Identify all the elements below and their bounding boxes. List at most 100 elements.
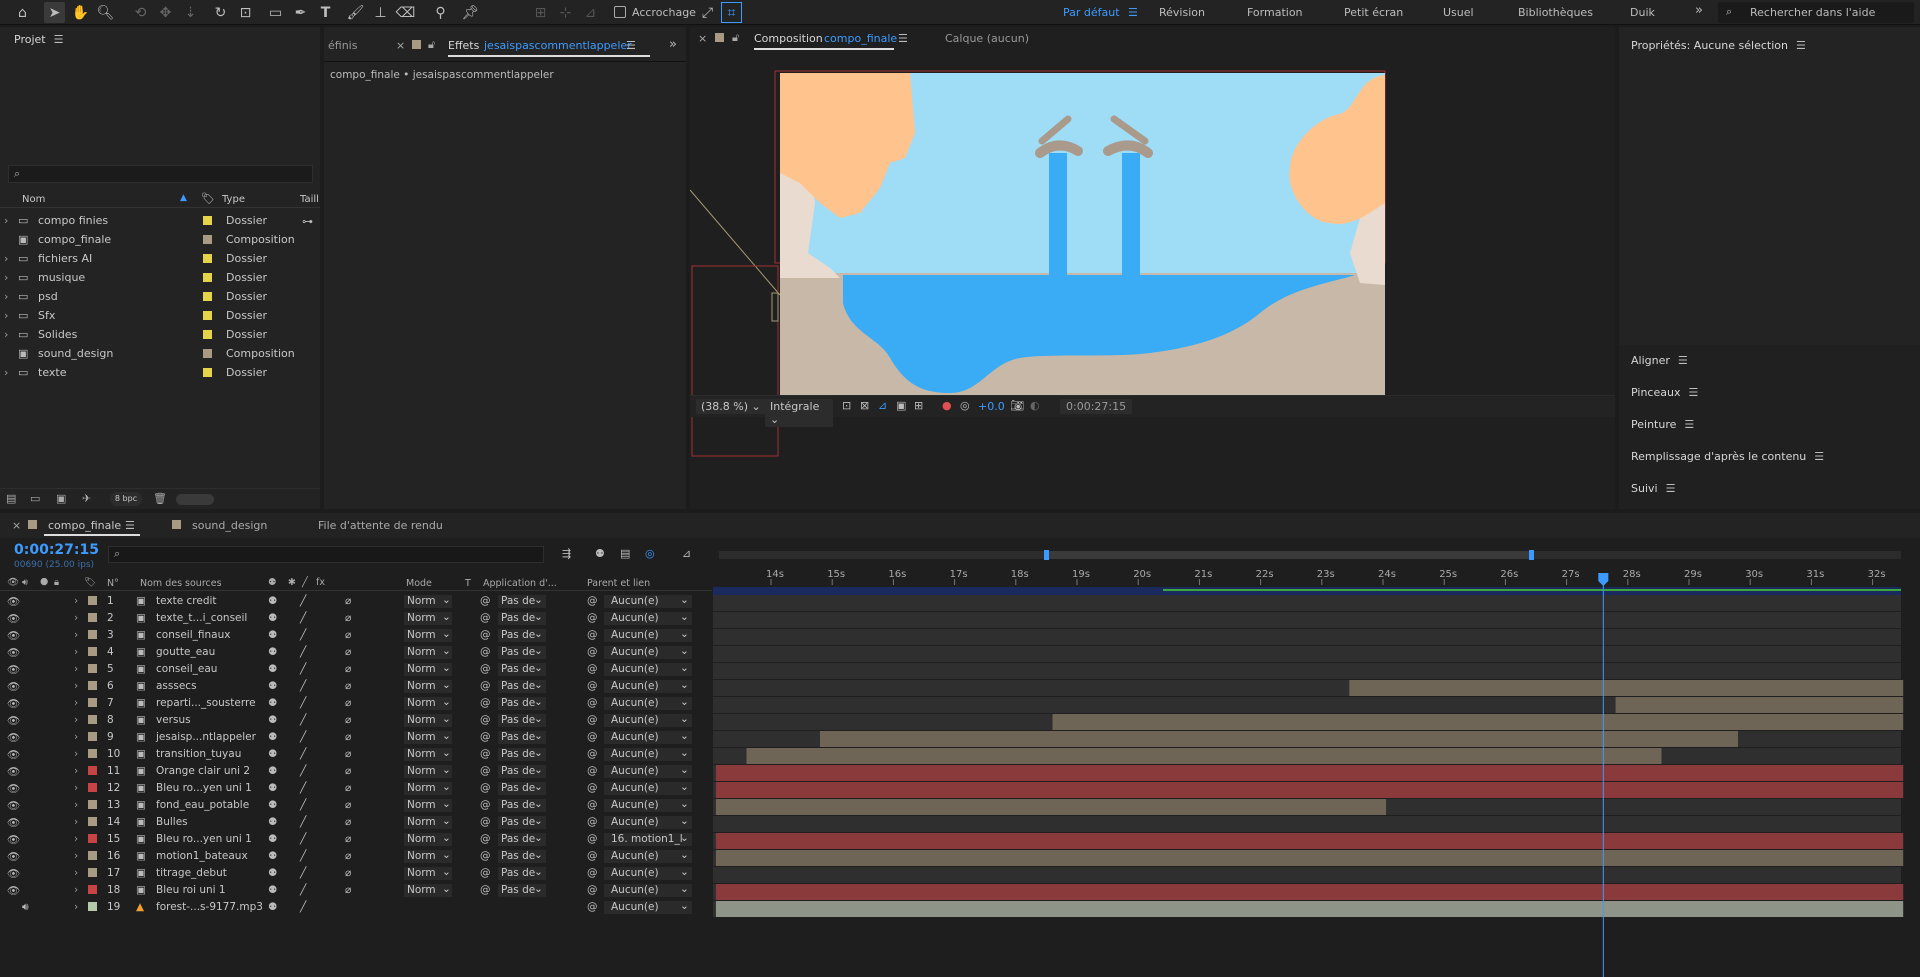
current-time-display[interactable]: 0:00:27:15 (14, 542, 99, 558)
view-axis-icon[interactable]: ⊿ (580, 2, 601, 23)
motion-blur-switch-icon[interactable]: ⌀ (345, 629, 351, 641)
label-color-swatch[interactable] (88, 868, 97, 877)
track-matte-dropdown[interactable]: Pas de ⌄ (498, 815, 546, 829)
layer-row[interactable]: 👁︎ › 1 ▣ texte credit ⚉ ╱ ⌀ Norm ⌄ @ Pas de ⌄ @ Aucun(… (0, 593, 710, 610)
project-item[interactable]: ▣ compo_finale Composition (4, 230, 304, 249)
blend-mode-dropdown[interactable]: Norm ⌄ (404, 798, 452, 812)
blend-mode-dropdown[interactable]: Norm ⌄ (404, 696, 452, 710)
label-color-swatch[interactable] (88, 630, 97, 639)
quality-switch-icon[interactable]: ╱ (300, 680, 306, 692)
shy-switch-icon[interactable]: ⚉ (268, 748, 277, 760)
track-matte-dropdown[interactable]: Pas de ⌄ (498, 747, 546, 761)
visibility-toggle-icon[interactable]: 👁︎ (7, 697, 20, 710)
parent-pickwhip-icon[interactable]: @ (587, 901, 598, 913)
tab-render-queue[interactable]: File d'attente de rendu (318, 519, 443, 532)
layer-name[interactable]: texte credit (156, 595, 217, 607)
project-item[interactable]: › ▭ musique Dossier (4, 268, 304, 287)
track-matte-dropdown[interactable]: Pas de ⌄ (498, 594, 546, 608)
layer-name[interactable]: asssecs (156, 680, 197, 692)
shy-switch-icon[interactable]: ⚉ (268, 646, 277, 658)
disclosure-chevron-icon[interactable]: › (4, 366, 8, 379)
track-matte-dropdown[interactable]: Pas de ⌄ (498, 866, 546, 880)
mask-visibility-icon[interactable]: ⊿ (878, 399, 887, 412)
section-suivi[interactable]: Suivi ☰ (1631, 482, 1675, 495)
interpret-footage-icon[interactable]: ▤ (6, 492, 16, 505)
clone-stamp-icon[interactable]: ⊥ (370, 2, 391, 23)
track-matte-dropdown[interactable]: Pas de ⌄ (498, 696, 546, 710)
visibility-toggle-icon[interactable]: 👁︎ (7, 680, 20, 693)
parent-pickwhip-icon[interactable]: @ (587, 697, 598, 709)
workspace-par-defaut[interactable]: Par défaut (1063, 6, 1120, 19)
column-source-name[interactable]: Nom des sources (140, 578, 222, 589)
workspace-formation[interactable]: Formation (1247, 6, 1303, 19)
label-color-swatch[interactable] (88, 766, 97, 775)
spiral-pickwhip-icon[interactable]: @ (480, 850, 491, 862)
label-color-swatch[interactable] (203, 254, 212, 263)
parent-dropdown[interactable]: Aucun(e) ⌄ (604, 628, 692, 642)
disclosure-chevron-icon[interactable]: › (74, 697, 78, 709)
visibility-toggle-icon[interactable]: 👁︎ (7, 731, 20, 744)
layer-name[interactable]: Bleu ro...yen uni 1 (156, 833, 252, 845)
label-color-swatch[interactable] (88, 902, 97, 911)
motion-blur-switch-icon[interactable]: ⌀ (345, 833, 351, 845)
layer-name[interactable]: forest-...s-9177.mp3 (156, 901, 263, 913)
visibility-toggle-icon[interactable]: 👁︎ (7, 663, 20, 676)
zoom-dropdown[interactable]: (38.8 %) ⌄ (696, 399, 766, 414)
track-matte-dropdown[interactable]: Pas de ⌄ (498, 662, 546, 676)
column-track-matte[interactable]: Application d'... (483, 578, 557, 589)
disclosure-chevron-icon[interactable]: › (74, 612, 78, 624)
label-tag-icon[interactable]: 🏷︎ (201, 192, 215, 205)
spiral-pickwhip-icon[interactable]: @ (480, 782, 491, 794)
column-mode[interactable]: Mode (406, 578, 432, 589)
workspace-bibliotheques[interactable]: Bibliothèques (1518, 6, 1593, 19)
visibility-toggle-icon[interactable]: 👁︎ (7, 748, 20, 761)
blend-mode-dropdown[interactable]: Norm ⌄ (404, 628, 452, 642)
blend-mode-dropdown[interactable]: Norm ⌄ (404, 781, 452, 795)
parent-pickwhip-icon[interactable]: @ (587, 680, 598, 692)
track-matte-dropdown[interactable]: Pas de ⌄ (498, 713, 546, 727)
disclosure-chevron-icon[interactable]: › (74, 765, 78, 777)
visibility-toggle-icon[interactable]: 👁︎ (7, 765, 20, 778)
layer-name[interactable]: conseil_finaux (156, 629, 230, 641)
quality-switch-icon[interactable]: ╱ (300, 782, 306, 794)
layer-row[interactable]: 👁︎ › 3 ▣ conseil_finaux ⚉ ╱ ⌀ Norm ⌄ @ Pas de ⌄ @ Aucu… (0, 627, 710, 644)
disclosure-chevron-icon[interactable]: › (74, 629, 78, 641)
disclosure-chevron-icon[interactable]: › (74, 663, 78, 675)
close-icon[interactable]: × (698, 32, 707, 45)
section-aligner[interactable]: Aligner ☰ (1631, 354, 1688, 367)
parent-pickwhip-icon[interactable]: @ (587, 867, 598, 879)
disclosure-chevron-icon[interactable]: › (74, 816, 78, 828)
quality-switch-icon[interactable]: ╱ (300, 850, 306, 862)
parent-dropdown[interactable]: Aucun(e) ⌄ (604, 696, 692, 710)
parent-pickwhip-icon[interactable]: @ (587, 799, 598, 811)
viewer-timecode[interactable]: 0:00:27:15 (1060, 399, 1133, 414)
layer-name[interactable]: transition_tuyau (156, 748, 241, 760)
column-parent[interactable]: Parent et lien (587, 578, 650, 589)
layer-row[interactable]: 👁︎ › 10 ▣ transition_tuyau ⚉ ╱ ⌀ Norm ⌄ @ Pas de ⌄ @ A… (0, 746, 710, 763)
thumbnail-slider[interactable] (176, 494, 214, 505)
timeline-search-input[interactable]: ⌕ (108, 546, 544, 563)
roto-brush-icon[interactable]: ⚲ (430, 2, 451, 23)
motion-blur-switch-icon[interactable]: ⌀ (345, 595, 351, 607)
shy-switch-icon[interactable]: ⚉ (268, 833, 277, 845)
track-matte-dropdown[interactable]: Pas de ⌄ (498, 679, 546, 693)
layer-name[interactable]: Orange clair uni 2 (156, 765, 250, 777)
disclosure-chevron-icon[interactable]: › (4, 290, 8, 303)
world-axis-icon[interactable]: ⊹ (555, 2, 576, 23)
shy-switch-icon[interactable]: ⚉ (268, 816, 277, 828)
parent-pickwhip-icon[interactable]: @ (587, 663, 598, 675)
shy-switch-icon[interactable]: ⚉ (268, 867, 277, 879)
panel-menu-icon[interactable]: ☰ (1678, 354, 1688, 367)
lock-icon[interactable]: 🔓︎ (428, 38, 435, 52)
motion-blur-icon[interactable]: ◎ (645, 547, 655, 560)
label-color-swatch[interactable] (88, 664, 97, 673)
motion-blur-switch-icon[interactable]: ⌀ (345, 612, 351, 624)
quality-switch-icon[interactable]: ╱ (300, 833, 306, 845)
parent-pickwhip-icon[interactable]: @ (587, 714, 598, 726)
shy-switch-icon[interactable]: ⚉ (268, 663, 277, 675)
orbit-camera-icon[interactable]: ⟲ (130, 2, 151, 23)
shy-switch-icon[interactable]: ⚉ (268, 901, 277, 913)
panel-menu-icon[interactable]: ☰ (54, 33, 64, 46)
label-color-swatch[interactable] (88, 647, 97, 656)
parent-pickwhip-icon[interactable]: @ (587, 629, 598, 641)
